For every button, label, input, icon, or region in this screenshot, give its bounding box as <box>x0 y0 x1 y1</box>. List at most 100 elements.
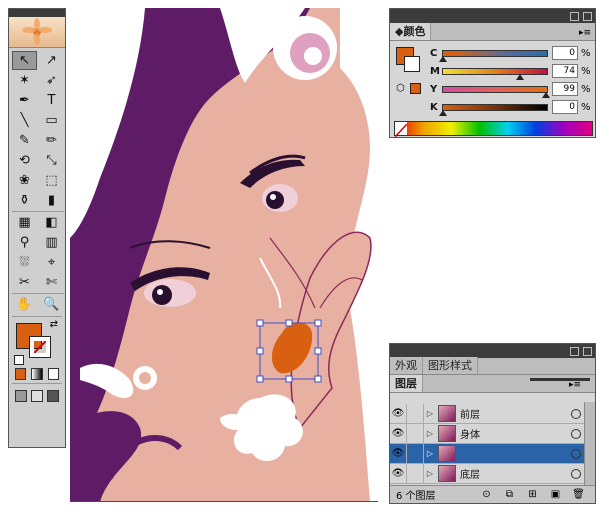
lock-toggle[interactable] <box>407 444 424 463</box>
target-circle-icon[interactable] <box>571 448 581 459</box>
zoom-tool-icon[interactable]: 🔍 <box>39 295 64 314</box>
out-of-gamut-icon[interactable]: ⬡ <box>396 83 405 94</box>
blend-tool-icon[interactable]: ▥ <box>39 233 64 252</box>
eye-icon[interactable]: 👁 <box>390 464 407 483</box>
panel-menu-icon[interactable]: ▸≡ <box>569 380 595 392</box>
slider-thumb[interactable] <box>439 109 447 116</box>
pencil-icon[interactable]: ✏ <box>39 131 64 150</box>
lasso-icon[interactable]: ➶ <box>39 71 64 90</box>
channel-value-field[interactable]: 0 <box>552 46 578 60</box>
default-colors-icon[interactable] <box>14 355 24 365</box>
web-safe-swatch[interactable] <box>410 83 421 94</box>
tab-color[interactable]: ◆颜色 <box>390 23 432 40</box>
selection-arrow-icon[interactable]: ↖ <box>12 51 37 70</box>
tab-graphic-styles[interactable]: 图形样式 <box>423 357 478 374</box>
channel-slider[interactable] <box>439 49 548 62</box>
flower-logo-icon <box>22 18 52 45</box>
expand-triangle-icon[interactable]: ▷ <box>424 409 436 418</box>
direct-selection-icon[interactable]: ↗ <box>39 51 64 70</box>
hand-tool-icon[interactable]: ✋ <box>12 295 37 314</box>
scissors-icon[interactable]: ✄ <box>39 273 64 292</box>
locate-object-icon[interactable]: ⊙ <box>480 489 493 500</box>
color-panel-header[interactable] <box>390 9 595 23</box>
color-panel: ◆颜色 ▸≡ ⬡ C 0% M 74% Y 99% K 0% <box>389 8 596 138</box>
scale-tool-icon[interactable]: ⤡ <box>39 151 64 170</box>
live-paint-select-icon[interactable]: ⌖ <box>39 253 64 272</box>
full-screen-mode-icon[interactable] <box>47 390 59 402</box>
symbol-sprayer-icon[interactable]: ⚱ <box>12 191 37 210</box>
magic-wand-icon[interactable]: ✶ <box>12 71 37 90</box>
rectangle-tool-icon[interactable]: ▭ <box>39 111 64 130</box>
expand-triangle-icon[interactable]: ▷ <box>424 449 436 458</box>
channel-value-field[interactable]: 74 <box>552 64 578 78</box>
tab-layers[interactable]: 图层 <box>390 375 423 392</box>
artwork-canvas[interactable] <box>70 8 378 502</box>
eye-icon[interactable]: 👁 <box>390 404 407 423</box>
new-layer-icon[interactable]: ▣ <box>549 489 562 500</box>
type-tool-icon[interactable]: T <box>39 91 64 110</box>
lock-toggle[interactable] <box>407 404 424 423</box>
new-sublayer-icon[interactable]: ⊞ <box>526 489 539 500</box>
fill-stroke-swatches[interactable]: ⇄ <box>12 319 62 365</box>
column-graph-icon[interactable]: ▮ <box>39 191 64 210</box>
stroke-swatch-panel[interactable] <box>404 56 420 72</box>
slider-row-c: C 0% <box>430 45 591 62</box>
lock-toggle[interactable] <box>407 464 424 483</box>
color-mode-buttons <box>15 368 59 380</box>
close-icon[interactable] <box>583 346 592 356</box>
free-transform-icon[interactable]: ⬚ <box>39 171 64 190</box>
gradient-mode-icon[interactable] <box>31 368 43 380</box>
target-circle-icon[interactable] <box>571 428 581 439</box>
mesh-tool-icon[interactable]: ▦ <box>12 213 37 232</box>
delete-layer-icon[interactable]: 🗑 <box>572 489 585 500</box>
channel-slider[interactable] <box>442 67 548 80</box>
tools-panel-grip[interactable] <box>9 9 65 17</box>
rotate-tool-icon[interactable]: ⟲ <box>12 151 37 170</box>
slider-thumb[interactable] <box>515 73 524 80</box>
paintbrush-icon[interactable]: ✎ <box>12 131 37 150</box>
lock-toggle[interactable] <box>407 424 424 443</box>
layers-panel-header[interactable] <box>390 344 595 358</box>
color-spectrum-bar[interactable] <box>394 121 593 138</box>
none-color-icon[interactable] <box>394 122 408 138</box>
expand-triangle-icon[interactable]: ▷ <box>424 469 436 478</box>
live-paint-bucket-icon[interactable]: ⛆ <box>12 253 37 272</box>
layer-row[interactable]: 👁 ▷ 身体 <box>390 424 595 444</box>
standard-screen-mode-icon[interactable] <box>15 390 27 402</box>
slider-thumb[interactable] <box>439 55 447 62</box>
panel-menu-icon[interactable]: ▸≡ <box>579 28 595 40</box>
swap-fill-stroke-icon[interactable]: ⇄ <box>50 319 58 330</box>
eyedropper-icon[interactable]: ⚲ <box>12 233 37 252</box>
channel-slider[interactable] <box>439 103 548 116</box>
layer-row[interactable]: 👁 ▷ 底层 <box>390 464 595 484</box>
slice-tool-icon[interactable]: ✂ <box>12 273 37 292</box>
make-clipping-mask-icon[interactable]: ⧉ <box>503 489 516 500</box>
eye-icon[interactable]: 👁 <box>390 424 407 443</box>
channel-value-field[interactable]: 0 <box>552 100 578 114</box>
layer-row[interactable]: 👁 ▷ <box>390 444 595 464</box>
line-tool-icon[interactable]: ╲ <box>12 111 37 130</box>
layer-row[interactable]: 👁 ▷ 前层 <box>390 404 595 424</box>
panel-divider-bar[interactable] <box>530 378 590 381</box>
close-icon[interactable] <box>583 11 592 21</box>
channel-value-field[interactable]: 99 <box>552 82 578 96</box>
slider-thumb[interactable] <box>541 91 550 98</box>
target-circle-icon[interactable] <box>571 468 581 479</box>
warp-tool-icon[interactable]: ❀ <box>12 171 37 190</box>
pen-tool-icon[interactable]: ✒ <box>12 91 37 110</box>
tab-appearance[interactable]: 外观 <box>390 357 423 374</box>
channel-slider[interactable] <box>442 85 550 98</box>
layers-footer: 6 个图层 ⊙ ⧉ ⊞ ▣ 🗑 <box>390 485 595 503</box>
layer-name: 身体 <box>460 430 480 441</box>
minimize-icon[interactable] <box>570 11 579 21</box>
stroke-swatch[interactable] <box>29 336 51 358</box>
none-mode-icon[interactable] <box>47 368 59 380</box>
gradient-tool-icon[interactable]: ◧ <box>39 213 64 232</box>
target-circle-icon[interactable] <box>571 408 581 419</box>
expand-triangle-icon[interactable]: ▷ <box>424 429 436 438</box>
color-mode-icon[interactable] <box>15 368 27 380</box>
minimize-icon[interactable] <box>570 346 579 356</box>
eye-icon[interactable]: 👁 <box>390 444 407 463</box>
full-screen-menu-mode-icon[interactable] <box>31 390 43 402</box>
layers-scrollbar[interactable] <box>584 402 595 488</box>
